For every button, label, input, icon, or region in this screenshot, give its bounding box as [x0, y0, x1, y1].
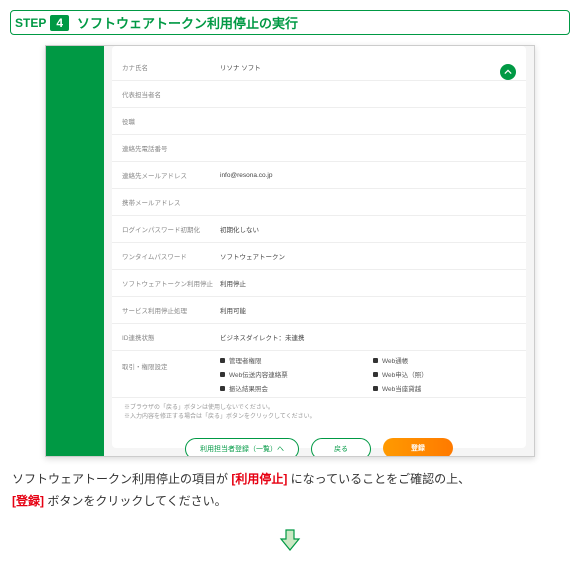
field-label: ソフトウェアトークン利用停止	[122, 278, 220, 288]
permission-item: Web当座貸越	[373, 383, 516, 393]
form-rows: カナ氏名リソナ ソフト 代表担当者名 役職 連絡先電話番号 連絡先メールアドレス…	[112, 46, 526, 398]
scroll-top-button[interactable]	[500, 64, 516, 80]
note-line: ※ブラウザの「戻る」ボタンは使用しないでください。	[124, 404, 514, 413]
field-value: ビジネスダイレクト：未連携	[220, 332, 516, 342]
back-button[interactable]: 戻る	[311, 438, 371, 457]
sidebar-strip	[46, 46, 104, 456]
embedded-screenshot: カナ氏名リソナ ソフト 代表担当者名 役職 連絡先電話番号 連絡先メールアドレス…	[45, 45, 535, 457]
field-label: カナ氏名	[122, 62, 220, 72]
permission-item: Web申込（照）	[373, 369, 516, 379]
field-label: 代表担当者名	[122, 89, 220, 99]
form-row: カナ氏名リソナ ソフト	[112, 54, 526, 81]
permission-item: Web伝送内容連絡票	[220, 369, 363, 379]
form-row: 代表担当者名	[112, 81, 526, 108]
form-row: ID連携状態ビジネスダイレクト：未連携	[112, 324, 526, 351]
field-label: 携帯メールアドレス	[122, 197, 220, 207]
field-label: 役職	[122, 116, 220, 126]
step-title: ソフトウェアトークン利用停止の実行	[77, 13, 298, 32]
form-row: 携帯メールアドレス	[112, 189, 526, 216]
field-label: ID連携状態	[122, 332, 220, 342]
field-value: info@resona.co.jp	[220, 172, 516, 179]
instruction-part: になっていることをご確認の上、	[287, 472, 470, 486]
instruction-highlight: [登録]	[12, 494, 44, 508]
field-label: ワンタイムパスワード	[122, 251, 220, 261]
permissions-grid: 管理者権限 Web通帳 Web伝送内容連絡票 Web申込（照） 振込結果照会 W…	[220, 355, 516, 393]
instruction-part: ボタンをクリックしてください。	[44, 494, 227, 508]
field-label: 連絡先電話番号	[122, 143, 220, 153]
permission-item: Web通帳	[373, 355, 516, 365]
note-line: ※入力内容を修正する場合は「戻る」ボタンをクリックしてください。	[124, 413, 514, 422]
instruction-text: ソフトウェアトークン利用停止の項目が [利用停止] になっていることをご確認の上…	[12, 469, 568, 512]
field-value: 初期化しない	[220, 224, 516, 234]
chevron-up-icon	[504, 68, 512, 76]
instruction-highlight: [利用停止]	[231, 472, 287, 486]
form-row: 役職	[112, 108, 526, 135]
form-row: ログインパスワード初期化初期化しない	[112, 216, 526, 243]
step-label: STEP	[15, 16, 46, 30]
field-label: サービス利用停止処理	[122, 305, 220, 315]
permission-item: 管理者権限	[220, 355, 363, 365]
field-value: 利用停止	[220, 278, 516, 288]
form-row: サービス利用停止処理利用可能	[112, 297, 526, 324]
form-row: 連絡先電話番号	[112, 135, 526, 162]
field-label: 連絡先メールアドレス	[122, 170, 220, 180]
form-actions: 利用担当者登録（一覧）へ 戻る 登録	[112, 428, 526, 457]
field-value: ソフトウェアトークン	[220, 251, 516, 261]
step-number: 4	[50, 15, 69, 31]
form-row: ソフトウェアトークン利用停止利用停止	[112, 270, 526, 297]
form-row: ワンタイムパスワードソフトウェアトークン	[112, 243, 526, 270]
form-panel: カナ氏名リソナ ソフト 代表担当者名 役職 連絡先電話番号 連絡先メールアドレス…	[112, 46, 526, 448]
field-value: 利用可能	[220, 305, 516, 315]
permissions-row: 取引・権限設定 管理者権限 Web通帳 Web伝送内容連絡票 Web申込（照） …	[112, 351, 526, 398]
field-value: リソナ ソフト	[220, 62, 516, 72]
field-label: 取引・権限設定	[122, 355, 220, 393]
field-label: ログインパスワード初期化	[122, 224, 220, 234]
instruction-part: ソフトウェアトークン利用停止の項目が	[12, 472, 231, 486]
permission-item: 振込結果照会	[220, 383, 363, 393]
form-notes: ※ブラウザの「戻る」ボタンは使用しないでください。 ※入力内容を修正する場合は「…	[112, 398, 526, 428]
arrow-down-icon	[10, 526, 570, 552]
step-header: STEP 4 ソフトウェアトークン利用停止の実行	[10, 10, 570, 35]
form-row: 連絡先メールアドレスinfo@resona.co.jp	[112, 162, 526, 189]
register-button[interactable]: 登録	[383, 438, 453, 457]
back-to-list-button[interactable]: 利用担当者登録（一覧）へ	[185, 438, 299, 457]
